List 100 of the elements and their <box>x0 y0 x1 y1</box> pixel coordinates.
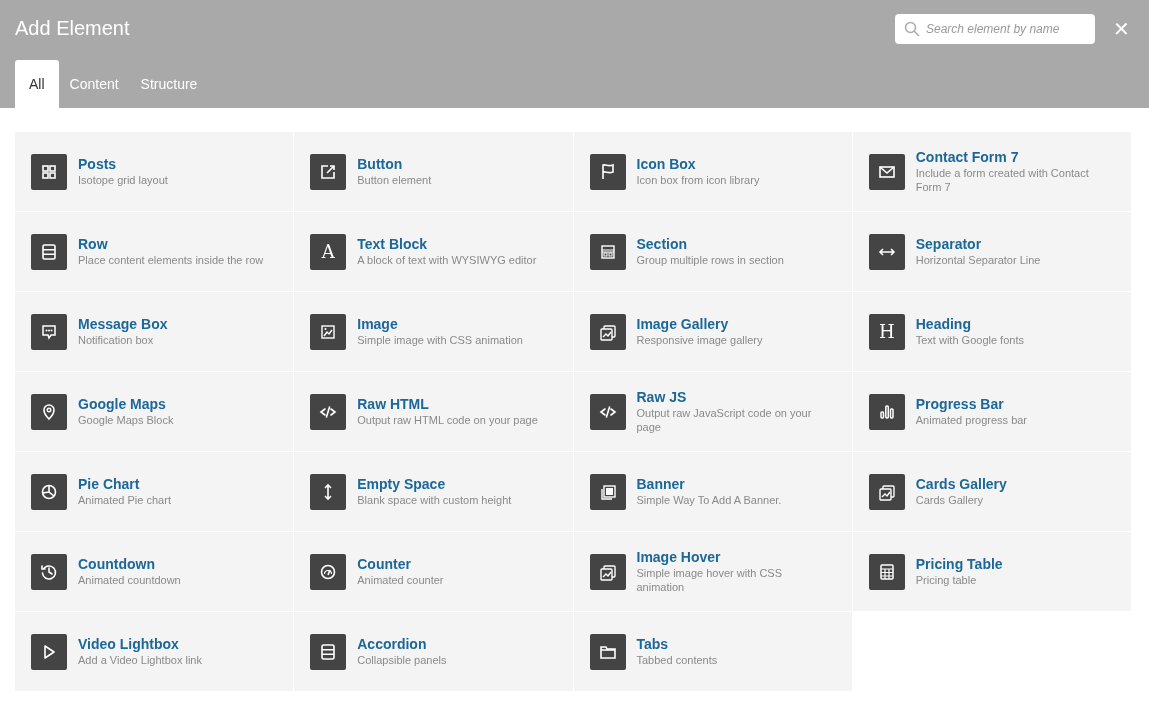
element-title: Posts <box>78 156 118 172</box>
flag-icon <box>589 153 626 190</box>
element-card[interactable]: Empty Space Blank space with custom height <box>294 452 573 531</box>
element-description: Place content elements inside the row <box>78 253 264 267</box>
element-title: Contact Form 7 <box>915 149 1020 165</box>
element-title: Image Gallery <box>636 316 730 332</box>
element-title: Image <box>357 316 399 332</box>
layout-icon <box>589 233 626 270</box>
element-description: Animated Pie chart <box>78 493 171 507</box>
element-title: Progress Bar <box>915 396 1005 412</box>
element-description: Tabbed contents <box>636 653 718 667</box>
element-description: Animated counter <box>357 573 444 587</box>
element-description: Output raw JavaScript code on your page <box>636 406 813 434</box>
clock-icon <box>31 553 67 590</box>
element-card[interactable]: Contact Form 7 Include a form created with Contact Form 7 <box>852 132 1131 211</box>
tab[interactable]: All <box>15 60 59 108</box>
element-title: Image Hover <box>636 549 722 565</box>
search-icon <box>904 21 920 37</box>
element-description: Pricing table <box>915 573 978 587</box>
element-card[interactable]: Counter Animated counter <box>294 532 573 611</box>
element-title: Separator <box>915 236 983 252</box>
element-title: Countdown <box>78 556 156 572</box>
element-description: Animated progress bar <box>915 413 1028 427</box>
element-description: A block of text with WYSIWYG editor <box>357 253 537 267</box>
element-card[interactable]: Raw JS Output raw JavaScript code on your page <box>573 372 852 451</box>
grid-icon <box>31 153 67 190</box>
pie-chart-icon <box>31 473 67 510</box>
element-card[interactable]: Countdown Animated countdown <box>15 532 294 611</box>
envelope-icon <box>868 153 905 190</box>
element-description: Isotope grid layout <box>78 173 168 187</box>
element-card[interactable]: Video Lightbox Add a Video Lightbox link <box>15 612 294 691</box>
element-card[interactable]: Cards Gallery Cards Gallery <box>852 452 1131 531</box>
element-card[interactable]: Posts Isotope grid layout <box>15 132 294 211</box>
element-title: Raw HTML <box>357 396 430 412</box>
element-card[interactable]: Image Hover Simple image hover with CSS animation <box>573 532 852 611</box>
element-card[interactable]: Image Gallery Responsive image gallery <box>573 292 852 371</box>
element-description: Responsive image gallery <box>636 333 763 347</box>
element-card[interactable]: Section Group multiple rows in section <box>573 212 852 291</box>
element-card[interactable]: Message Box Notification box <box>15 292 294 371</box>
gauge-icon <box>310 553 347 590</box>
element-description: Collapsible panels <box>357 653 447 667</box>
element-title: Button <box>357 156 404 172</box>
element-card[interactable]: Pricing Table Pricing table <box>852 532 1131 611</box>
element-title: Tabs <box>636 636 670 652</box>
element-card[interactable]: A Text Block A block of text with WYSIWYG editor <box>294 212 573 291</box>
code-icon <box>310 393 347 430</box>
search-field[interactable]: Search element by name <box>895 14 1095 44</box>
element-card[interactable]: Tabs Tabbed contents <box>573 612 852 691</box>
element-description: Simple image hover with CSS animation <box>636 566 783 594</box>
element-description: Cards Gallery <box>915 493 984 507</box>
map-pin-icon <box>31 393 67 430</box>
calculator-icon <box>868 553 905 590</box>
element-card[interactable]: Icon Box Icon box from icon library <box>573 132 852 211</box>
element-card[interactable]: Banner Simple Way To Add A Banner. <box>573 452 852 531</box>
letter-icon: A <box>310 233 347 270</box>
element-title: Google Maps <box>78 396 167 412</box>
bar-chart-icon <box>868 393 905 430</box>
element-description: Add a Video Lightbox link <box>78 653 202 667</box>
list-icon <box>310 633 347 670</box>
element-description: Notification box <box>78 333 155 347</box>
stacked-squares-icon <box>589 473 626 510</box>
element-card[interactable]: Pie Chart Animated Pie chart <box>15 452 294 531</box>
element-card[interactable]: Accordion Collapsible panels <box>294 612 573 691</box>
element-card[interactable]: H Heading Text with Google fonts <box>852 292 1131 371</box>
element-title: Accordion <box>357 636 428 652</box>
element-card[interactable]: Google Maps Google Maps Block <box>15 372 294 451</box>
element-card[interactable]: Separator Horizontal Separator Line <box>852 212 1131 291</box>
element-description: Include a form created with Contact Form 7 <box>915 166 1090 194</box>
rows-icon <box>31 233 67 270</box>
element-title: Cards Gallery <box>915 476 1007 492</box>
element-description: Simple image with CSS animation <box>357 333 523 347</box>
element-title: Pie Chart <box>78 476 141 492</box>
element-description: Text with Google fonts <box>915 333 1024 347</box>
element-title: Icon Box <box>636 156 697 172</box>
image-stack-icon <box>589 313 626 350</box>
element-title: Banner <box>636 476 686 492</box>
image-icon <box>310 313 347 350</box>
element-description: Horizontal Separator Line <box>915 253 1041 267</box>
folder-icon <box>589 633 626 670</box>
element-card[interactable]: Image Simple image with CSS animation <box>294 292 573 371</box>
image-stack-icon <box>868 473 905 510</box>
element-description: Output raw HTML code on your page <box>357 413 538 427</box>
element-title: Video Lightbox <box>78 636 180 652</box>
element-title: Heading <box>915 316 972 332</box>
element-description: Button element <box>357 173 432 187</box>
element-title: Empty Space <box>357 476 447 492</box>
element-title: Message Box <box>78 316 168 332</box>
image-stack-icon <box>589 553 626 590</box>
element-title: Pricing Table <box>915 556 1003 572</box>
chat-bubble-icon <box>31 313 67 350</box>
element-description: Icon box from icon library <box>636 173 760 187</box>
element-title: Row <box>78 236 109 252</box>
element-description: Simple Way To Add A Banner. <box>636 493 782 507</box>
element-card[interactable]: Button Button element <box>294 132 573 211</box>
element-card[interactable]: Raw HTML Output raw HTML code on your page <box>294 372 573 451</box>
element-card[interactable]: Row Place content elements inside the row <box>15 212 294 291</box>
element-title: Raw JS <box>636 389 688 405</box>
element-title: Section <box>636 236 689 252</box>
element-card[interactable]: Progress Bar Animated progress bar <box>852 372 1131 451</box>
code-icon <box>589 393 626 430</box>
